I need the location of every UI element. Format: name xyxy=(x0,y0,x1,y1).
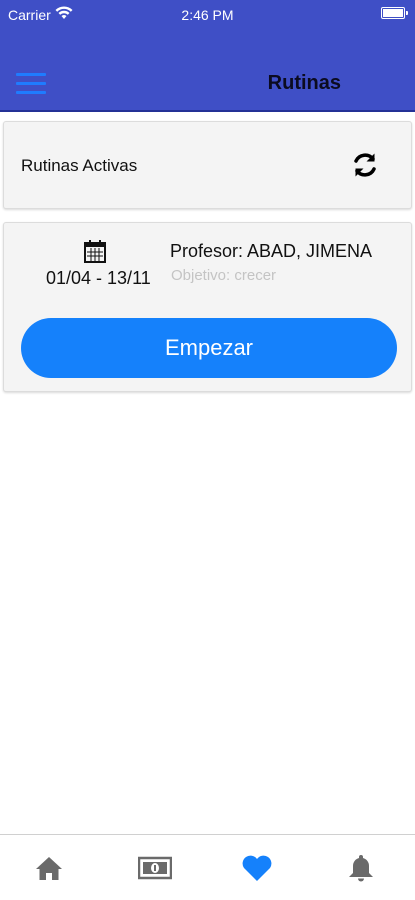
teacher-name: Profesor: ABAD, JIMENA xyxy=(170,241,373,261)
heart-icon[interactable] xyxy=(241,853,273,883)
battery-icon xyxy=(381,7,408,19)
page-title: Rutinas xyxy=(267,72,341,94)
section-title: Rutinas Activas xyxy=(21,156,138,175)
calendar-icon xyxy=(84,239,106,263)
home-icon[interactable] xyxy=(34,853,64,883)
routine-objective: Objetivo: crecer xyxy=(171,267,277,284)
clock-time: 2:46 PM xyxy=(181,7,234,23)
routine-card: 01/04 - 13/11 Profesor: ABAD, JIMENA Obj… xyxy=(3,222,412,392)
start-routine-button[interactable]: Empezar xyxy=(21,318,397,378)
routine-date-range: 01/04 - 13/11 xyxy=(46,268,151,288)
money-icon[interactable] xyxy=(138,853,172,883)
refresh-icon[interactable] xyxy=(351,151,379,179)
app-header: Carrier 2:46 PM Rutinas xyxy=(0,0,415,112)
active-routines-header: Rutinas Activas xyxy=(3,121,412,209)
hamburger-menu-icon[interactable] xyxy=(16,73,46,97)
bell-icon[interactable] xyxy=(346,853,376,883)
status-bar: Carrier 2:46 PM xyxy=(0,0,415,30)
bottom-tab-bar xyxy=(0,834,415,900)
